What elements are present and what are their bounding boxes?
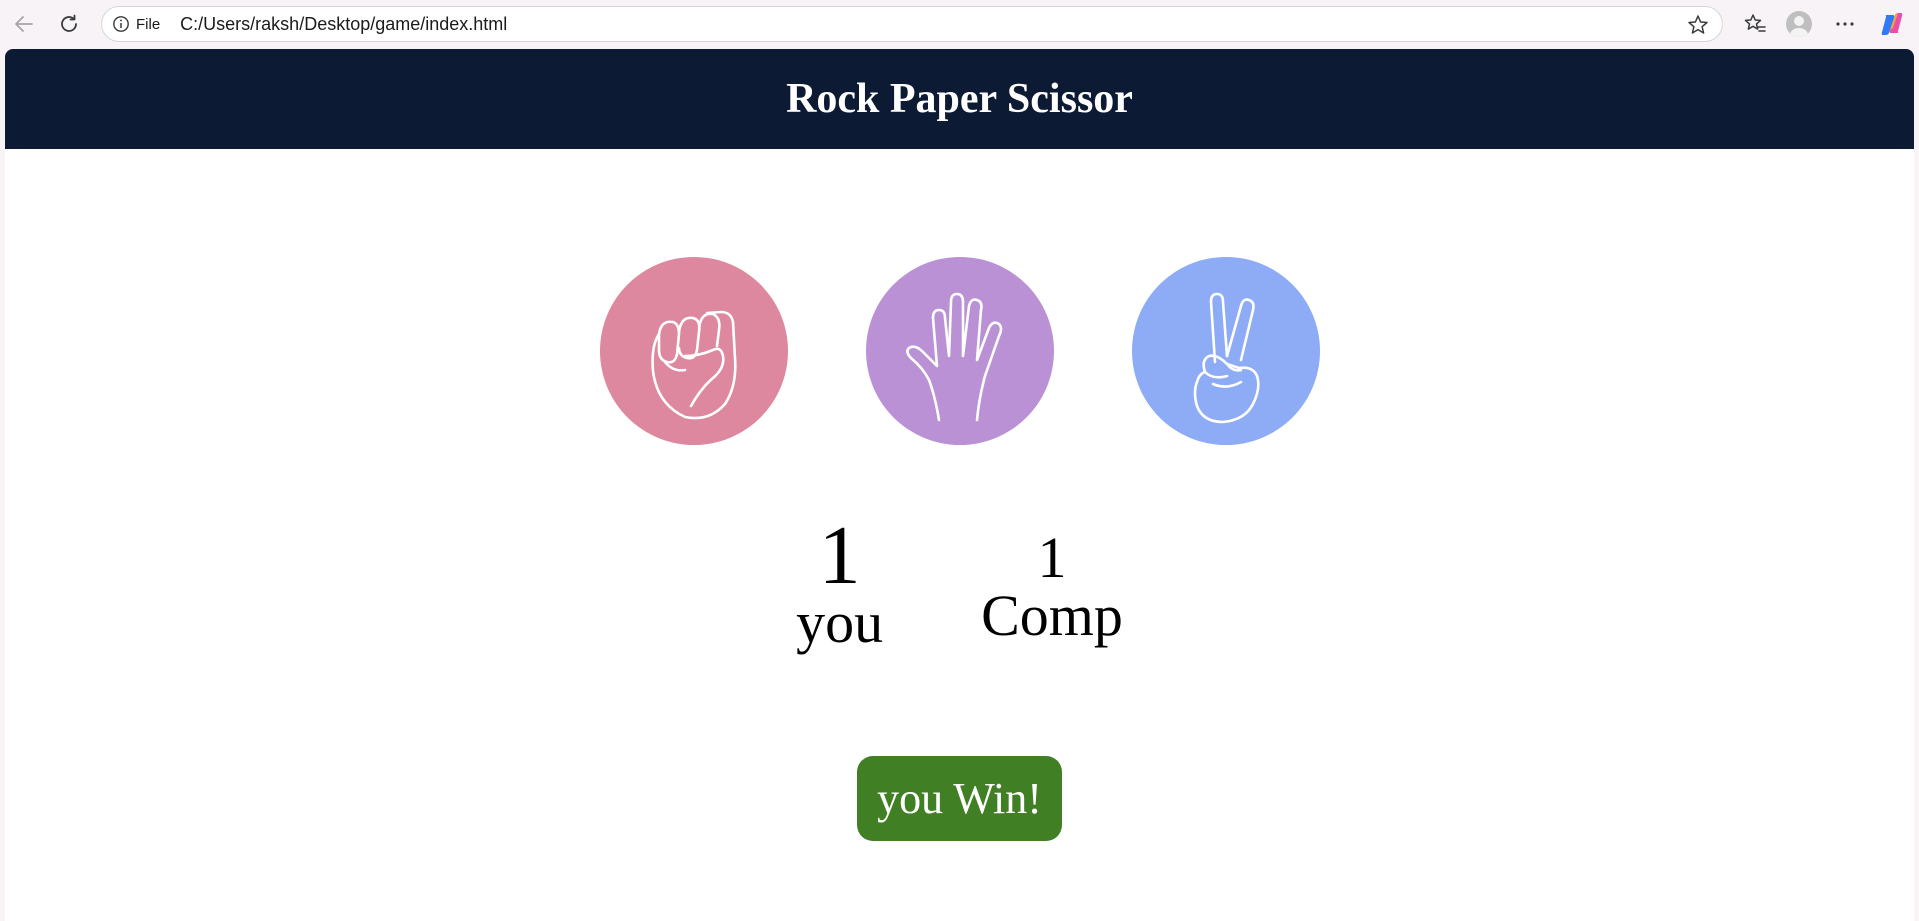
user-score: 1 you xyxy=(796,513,883,653)
scissors-hand-icon xyxy=(1193,292,1260,424)
back-arrow-icon xyxy=(15,16,33,32)
rock-choice[interactable] xyxy=(599,257,788,445)
browser-toolbar: File C:/Users/raksh/Desktop/game/index.h… xyxy=(0,0,1919,48)
copilot-button[interactable] xyxy=(1876,8,1908,40)
page-viewport: Rock Paper Scissor 1 you 1 Comp you Win! xyxy=(5,49,1914,921)
paper-choice[interactable] xyxy=(865,257,1054,445)
computer-score: 1 Comp xyxy=(981,513,1123,653)
page-header: Rock Paper Scissor xyxy=(5,49,1914,149)
more-button[interactable] xyxy=(1829,8,1861,40)
favorite-button[interactable] xyxy=(1686,13,1710,37)
result-message: you Win! xyxy=(857,756,1062,841)
back-button[interactable] xyxy=(8,8,40,40)
choices-row xyxy=(5,257,1914,445)
profile-button[interactable] xyxy=(1783,8,1815,40)
more-icon xyxy=(1836,22,1854,26)
computer-score-value: 1 xyxy=(1037,525,1067,590)
reload-icon xyxy=(61,14,77,32)
url-text[interactable]: C:/Users/raksh/Desktop/game/index.html xyxy=(180,14,507,35)
paper-hand-icon xyxy=(905,292,1002,422)
reload-button[interactable] xyxy=(53,8,85,40)
favorites-icon xyxy=(1744,14,1766,32)
profile-icon xyxy=(1786,11,1812,37)
user-score-value: 1 xyxy=(818,509,861,602)
copilot-icon xyxy=(1881,13,1903,35)
scissors-choice[interactable] xyxy=(1131,257,1320,445)
star-icon xyxy=(1688,15,1708,34)
site-info-button[interactable]: File xyxy=(112,15,160,33)
message-container: you Win! xyxy=(5,756,1914,841)
computer-score-label: Comp xyxy=(981,583,1123,648)
file-label: File xyxy=(136,15,161,33)
page-title: Rock Paper Scissor xyxy=(786,76,1133,122)
info-icon xyxy=(113,16,129,32)
address-bar[interactable]: File C:/Users/raksh/Desktop/game/index.h… xyxy=(101,6,1723,42)
favorites-button[interactable] xyxy=(1739,8,1771,40)
rock-fist-icon xyxy=(650,310,737,420)
user-score-label: you xyxy=(796,590,884,655)
scoreboard: 1 you 1 Comp xyxy=(5,513,1914,653)
